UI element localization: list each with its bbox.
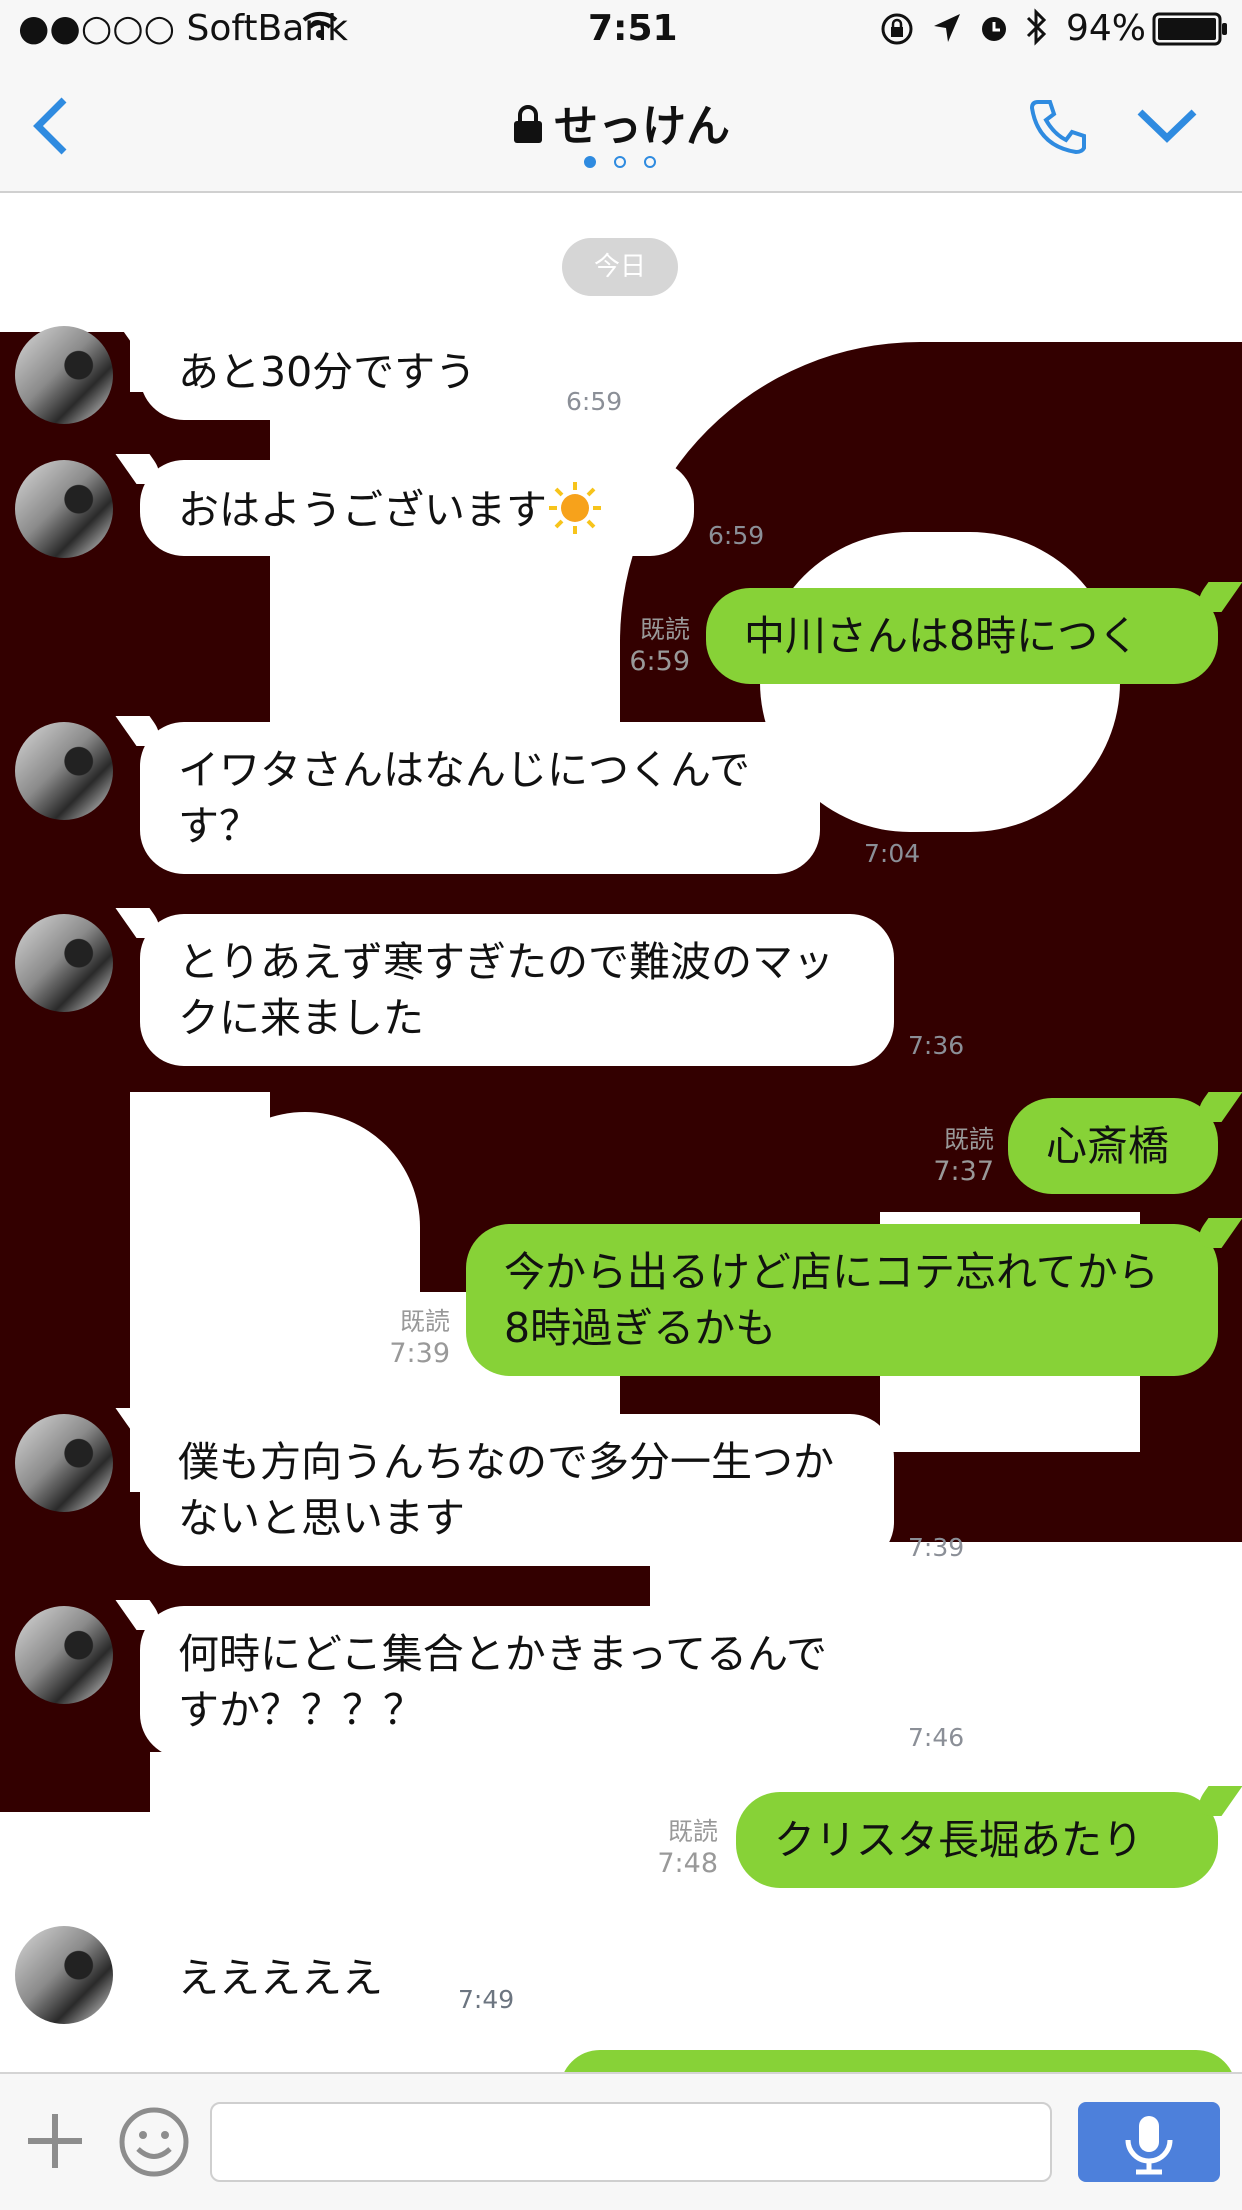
avatar[interactable] — [15, 1926, 113, 2024]
message-time: 6:59 — [708, 521, 765, 550]
avatar[interactable] — [15, 1414, 113, 1512]
read-receipt: 既読 7:48 — [652, 1816, 718, 1880]
message-bubble-outgoing[interactable]: クリスタ長堀あたり — [736, 1786, 1242, 1888]
message-input[interactable] — [210, 2102, 1052, 2182]
message-bubble-outgoing[interactable]: 心斎橋 — [1008, 1092, 1242, 1194]
message-bubble-incoming[interactable]: おはようございます — [115, 454, 694, 556]
page-dot-3 — [644, 156, 656, 168]
lock-icon — [514, 105, 542, 143]
message-time: 6:59 — [629, 646, 690, 677]
clock: 7:51 — [588, 8, 678, 49]
message-bubble-incoming[interactable]: 僕も方向うんちなので多分一生つかないと思います — [115, 1408, 894, 1566]
wifi-icon — [300, 6, 340, 51]
status-bar: ●●○○○ SoftBank 7:51 94% — [0, 0, 1242, 60]
microphone-icon — [1125, 2116, 1173, 2175]
message-time: 6:59 — [566, 387, 623, 416]
message-time: 7:46 — [908, 1723, 965, 1752]
message-time: 7:48 — [657, 1848, 718, 1879]
alarm-icon — [978, 12, 1010, 53]
date-separator: 今日 — [562, 238, 678, 296]
battery-icon — [1152, 12, 1228, 55]
message-text: おはようございます — [178, 486, 547, 534]
message-text: えええええ — [178, 1954, 383, 2002]
page-dot-1 — [584, 156, 596, 168]
chat-header: せっけん — [0, 60, 1242, 193]
message-text: クリスタ長堀あたり — [774, 1816, 1143, 1864]
message-bubble-incoming[interactable]: 何時にどこ集合とかきまってるんですか？？？？ — [115, 1600, 894, 1758]
smiley-icon — [119, 2107, 189, 2177]
message-bubble-incoming[interactable]: とりあえず寒すぎたので難波のマックに来ました — [115, 908, 894, 1066]
read-label: 既読 — [399, 1307, 450, 1336]
message-time: 7:37 — [933, 1156, 994, 1187]
message-time: 7:39 — [389, 1338, 450, 1369]
carrier-label: ●●○○○ SoftBank — [18, 8, 348, 49]
chat-title-text: せっけん — [554, 101, 730, 152]
message-text: 中川さんは8時につく — [744, 612, 1140, 660]
message-text: とりあえず寒すぎたので難波のマックに来ました — [178, 938, 834, 1042]
message-bubble-outgoing[interactable]: 中川さんは8時につく — [706, 582, 1242, 684]
avatar[interactable] — [15, 722, 113, 820]
message-input-bar — [0, 2072, 1242, 2210]
menu-button[interactable] — [1136, 106, 1198, 150]
chevron-down-icon — [1137, 109, 1197, 143]
read-label: 既読 — [639, 615, 690, 644]
message-bubble-incoming[interactable]: あと30分ですう — [115, 320, 556, 420]
read-receipt: 既読 7:39 — [384, 1306, 450, 1370]
location-icon — [932, 12, 962, 53]
message-bubble-incoming[interactable]: イワタさんはなんじにつくんです？ — [115, 716, 820, 874]
read-receipt: 既読 7:37 — [928, 1124, 994, 1188]
message-text: 何時にどこ集合とかきまってるんですか？？？？ — [178, 1630, 828, 1734]
sticker-button[interactable] — [118, 2106, 190, 2182]
message-time: 7:39 — [908, 1533, 965, 1562]
read-label: 既読 — [667, 1817, 718, 1846]
message-bubble-incoming[interactable]: えええええ — [140, 1926, 440, 2022]
message-text: 心斎橋 — [1046, 1122, 1169, 1170]
read-receipt: 既読 6:59 — [624, 614, 690, 678]
avatar[interactable] — [15, 1606, 113, 1704]
bluetooth-icon — [1024, 8, 1048, 55]
message-time: 7:04 — [864, 839, 921, 868]
message-text: 僕も方向うんちなので多分一生つかないと思います — [178, 1438, 834, 1542]
message-bubble-outgoing[interactable]: 今から出るけど店にコテ忘れてから8時過ぎるかも — [466, 1218, 1242, 1376]
voice-button[interactable] — [1078, 2102, 1220, 2182]
sun-emoji — [549, 482, 601, 534]
avatar[interactable] — [15, 460, 113, 558]
avatar[interactable] — [15, 914, 113, 1012]
plus-icon — [28, 2114, 82, 2168]
call-button[interactable] — [1028, 96, 1088, 160]
rotation-lock-icon — [880, 12, 914, 55]
avatar[interactable] — [15, 326, 113, 424]
page-dot-2 — [614, 156, 626, 168]
message-time: 7:36 — [908, 1031, 965, 1060]
message-time: 7:49 — [458, 1985, 515, 2014]
message-text: イワタさんはなんじにつくんです？ — [178, 746, 750, 850]
add-button[interactable] — [24, 2110, 86, 2176]
message-text: あと30分ですう — [178, 348, 477, 396]
battery-percent: 94% — [1066, 8, 1147, 49]
phone-icon — [1029, 100, 1086, 155]
read-label: 既読 — [943, 1125, 994, 1154]
page-indicator — [584, 156, 660, 170]
message-text: 今から出るけど店にコテ忘れてから8時過ぎるかも — [504, 1248, 1159, 1352]
